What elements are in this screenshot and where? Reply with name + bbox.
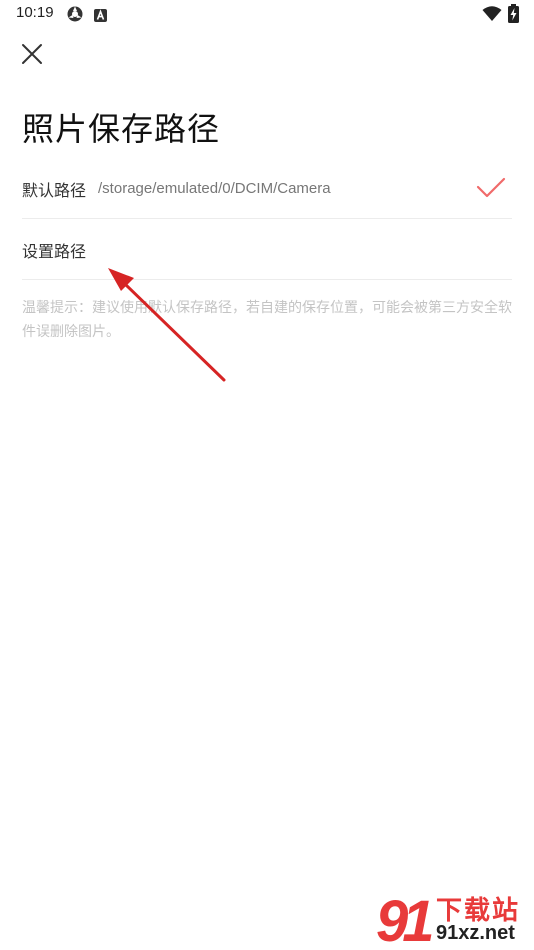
status-time: 10:19: [16, 4, 54, 21]
set-path-label: 设置路径: [22, 241, 87, 261]
close-icon: [22, 44, 42, 64]
default-path-option[interactable]: 默认路径 /storage/emulated/0/DCIM/Camera: [22, 159, 512, 219]
close-button[interactable]: [16, 38, 48, 70]
wifi-icon: [482, 6, 502, 26]
check-icon: [476, 177, 506, 203]
page-title: 照片保存路径: [22, 110, 221, 148]
sync-icon: [66, 5, 84, 27]
a-badge-icon: [94, 7, 107, 26]
tip-text: 温馨提示：建议使用默认保存路径，若自建的保存位置，可能会被第三方安全软件误删除图…: [22, 300, 512, 340]
battery-charging-icon: [508, 4, 519, 27]
watermark-site: 91xz.net: [434, 922, 517, 945]
default-path-value: /storage/emulated/0/DCIM/Camera: [98, 180, 331, 197]
default-path-label: 默认路径: [22, 180, 87, 200]
set-path-option[interactable]: 设置路径: [22, 220, 512, 280]
status-bar: 10:19: [0, 0, 534, 28]
watermark-number: 91: [376, 889, 434, 950]
watermark-logo: 91 下载站 91xz.net: [376, 884, 534, 950]
